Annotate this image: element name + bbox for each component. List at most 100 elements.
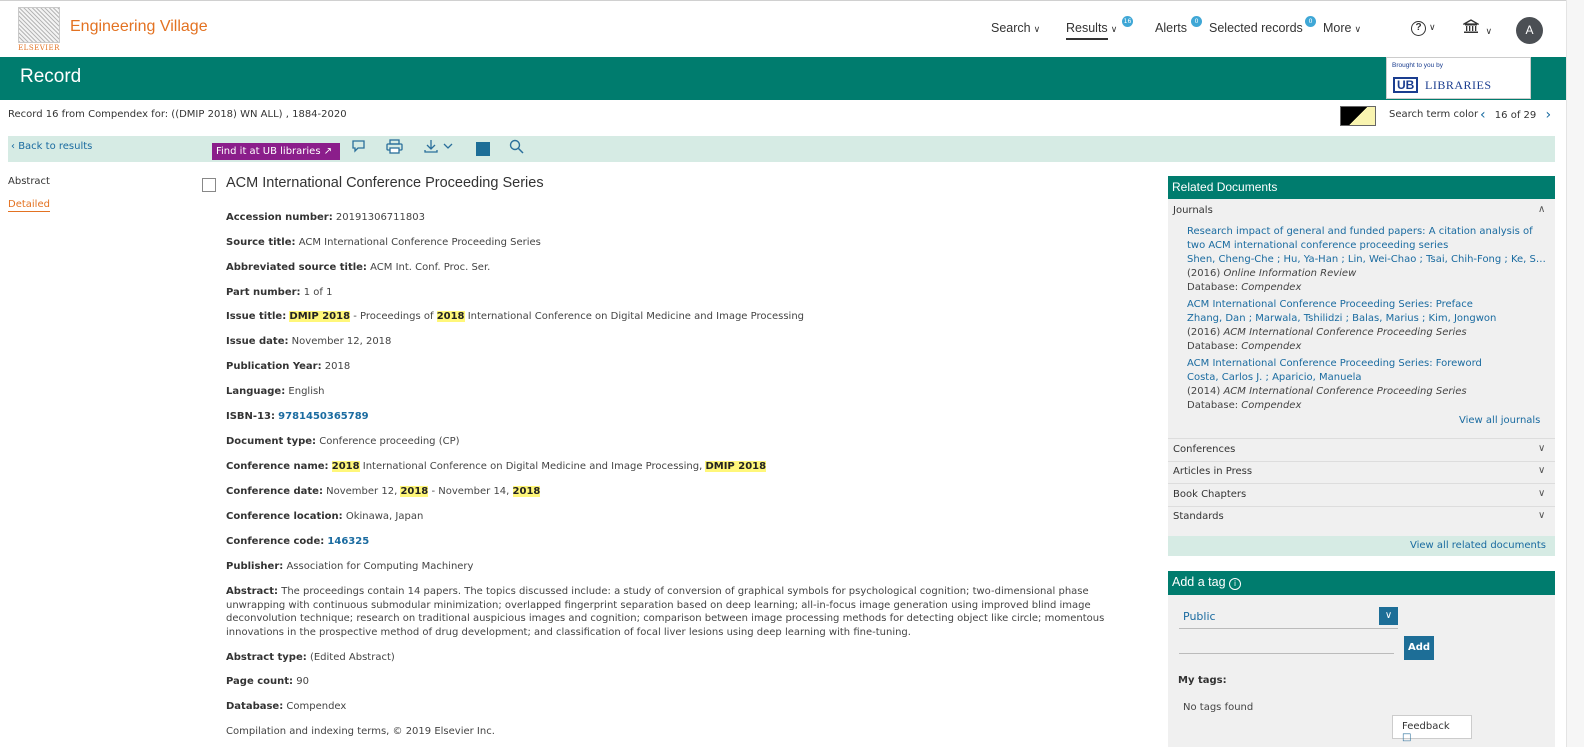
download-icon[interactable] [423,139,455,158]
field-label: Part number: [226,287,301,298]
nav-search[interactable]: Search ∨ [991,21,1040,35]
info-icon[interactable]: i [1229,578,1241,590]
chevron-down-icon: ∨ [1110,24,1118,34]
accession-value: 20191306711803 [335,212,425,223]
related-journal-authors[interactable]: Costa, Carlos J. ; Aparicio, Manuela [1187,371,1547,385]
nav-abstract[interactable]: Abstract [8,176,50,187]
left-nav: Abstract Detailed [8,176,50,224]
issue-date-value: November 12, 2018 [291,336,392,347]
chevron-down-icon: ∨ [1033,24,1041,34]
save-to-folder-icon[interactable] [476,142,490,156]
field-label: Abstract type: [226,652,307,663]
page-scrollbar[interactable] [1566,0,1584,747]
institution-icon [1461,19,1482,37]
nav-detailed[interactable]: Detailed [8,199,50,212]
help-menu[interactable]: ? ∨ [1411,19,1436,36]
publisher-value: Association for Computing Machinery [286,561,474,572]
conferences-section-toggle[interactable]: Conferences [1173,444,1235,455]
related-journal-authors[interactable]: Zhang, Dan ; Marwala, Tshilidzi ; Balas,… [1187,312,1547,326]
related-journal-item: Research impact of general and funded pa… [1187,225,1547,295]
page-title: Record [20,66,82,87]
section-divider [1168,438,1555,439]
chevron-up-icon[interactable]: ∧ [1538,204,1545,215]
part-number-value: 1 of 1 [303,287,333,298]
highlight-term: 2018 [400,486,429,497]
institution-branding[interactable]: Brought to you by UB LIBRARIES [1386,57,1531,99]
conference-code-field: Conference code: 146325 [226,536,369,547]
chevron-down-icon: ∨ [1485,26,1493,36]
record-toolbar: ‹ Back to results Find it at UB librarie… [8,136,1555,162]
related-journal-database-line: Database: Compendex [1187,281,1547,295]
elsevier-logo[interactable]: ELSEVIER [18,7,60,53]
chevron-down-icon[interactable]: ∨ [1538,443,1545,454]
accession-field: Accession number: 20191306711803 [226,212,425,223]
find-it-button[interactable]: Find it at UB libraries ↗ [212,143,340,160]
journals-section-toggle[interactable]: Journals [1173,205,1213,216]
pager-text: 16 of 29 [1494,110,1537,121]
add-tag-title: Add a tag [1172,575,1226,589]
alerts-badge: 0 [1191,16,1202,27]
nav-selected-records[interactable]: Selected records [1209,21,1303,35]
related-journal-authors[interactable]: Shen, Cheng-Che ; Hu, Ya-Han ; Lin, Wei-… [1187,253,1547,267]
view-all-related-link[interactable]: View all related documents [1410,540,1546,551]
chevron-down-icon[interactable]: ∨ [1538,510,1545,521]
tag-input[interactable] [1179,637,1394,654]
issue-date-field: Issue date: November 12, 2018 [226,336,391,347]
add-tag-button[interactable]: Add [1404,636,1434,660]
record-checkbox[interactable] [202,178,216,192]
chevron-down-icon[interactable]: ∨ [1538,488,1545,499]
feedback-button[interactable]: Feedback □ [1392,715,1472,743]
comment-icon[interactable] [351,139,366,157]
related-journal-database-line: Database: Compendex [1187,340,1547,354]
page-count-field: Page count: 90 [226,676,309,687]
related-journal-db-label: Database: [1187,400,1239,411]
conference-date-text: November 12, [326,486,401,497]
field-label: Abbreviated source title: [226,262,367,273]
field-label: Publisher: [226,561,284,572]
nav-selected-label: Selected records [1209,21,1303,35]
chevron-right-icon[interactable]: › [1545,107,1551,123]
isbn-link[interactable]: 9781450365789 [278,411,368,422]
print-icon[interactable] [386,139,403,158]
related-journal-item: ACM International Conference Proceeding … [1187,298,1547,354]
field-label: Conference location: [226,511,343,522]
brand-name[interactable]: Engineering Village [70,18,208,36]
nav-more[interactable]: More ∨ [1323,21,1361,35]
document-type-field: Document type: Conference proceeding (CP… [226,436,460,447]
related-journal-title[interactable]: ACM International Conference Proceeding … [1187,298,1547,312]
field-label: Publication Year: [226,361,322,372]
related-journal-title[interactable]: Research impact of general and funded pa… [1187,225,1547,253]
book-chapters-section-toggle[interactable]: Book Chapters [1173,489,1246,500]
tag-visibility-select[interactable]: Public [1179,606,1398,629]
user-avatar[interactable]: A [1516,17,1543,44]
field-label: Source title: [226,237,296,248]
institution-menu[interactable]: ∨ [1461,19,1493,37]
nav-results[interactable]: Results ∨ [1066,21,1118,40]
related-journal-title[interactable]: ACM International Conference Proceeding … [1187,357,1547,371]
articles-in-press-section-toggle[interactable]: Articles in Press [1173,466,1252,477]
back-to-results-link[interactable]: ‹ Back to results [11,141,92,152]
publication-year-value: 2018 [324,361,351,372]
standards-section-toggle[interactable]: Standards [1173,511,1224,522]
conference-name-field: Conference name: 2018 International Conf… [226,461,767,472]
back-label: Back to results [18,141,93,152]
related-documents-header: Related Documents [1168,176,1555,199]
chevron-down-icon[interactable]: ∨ [1379,607,1398,625]
copyright-text: Compilation and indexing terms, © 2019 E… [226,726,495,737]
language-value: English [288,386,325,397]
part-number-field: Part number: 1 of 1 [226,287,332,298]
search-icon[interactable] [509,139,524,158]
related-journal-db-label: Database: [1187,282,1239,293]
conference-code-link[interactable]: 146325 [327,536,369,547]
view-all-journals-link[interactable]: View all journals [1459,415,1540,426]
chevron-down-icon[interactable]: ∨ [1538,465,1545,476]
elsevier-tree-icon [18,7,60,43]
nav-search-label: Search [991,21,1031,35]
chevron-left-icon[interactable]: ‹ [1480,107,1486,123]
results-badge: 16 [1122,16,1133,27]
field-label: Page count: [226,676,294,687]
nav-alerts[interactable]: Alerts [1155,21,1187,35]
related-journal-source: Online Information Review [1223,268,1357,279]
search-term-color-picker[interactable] [1340,106,1376,126]
related-journal-db: Compendex [1241,341,1302,352]
